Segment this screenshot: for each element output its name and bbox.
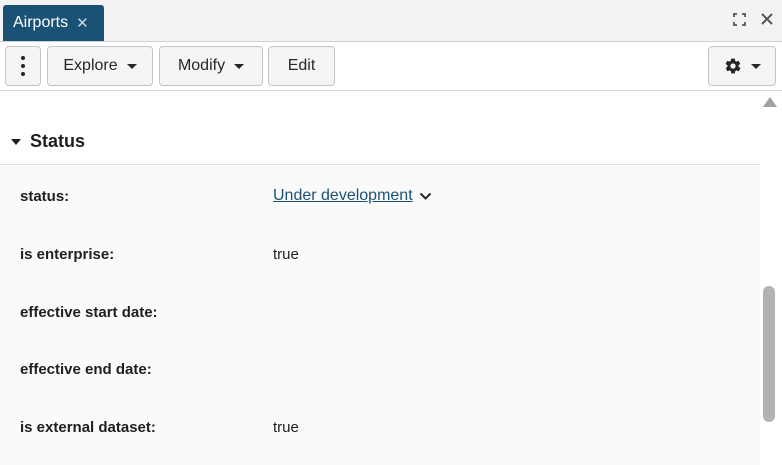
property-row-effective-start-date: effective start date: bbox=[0, 297, 760, 327]
edit-label: Edit bbox=[287, 57, 316, 74]
property-value: true bbox=[273, 245, 299, 263]
modify-label: Modify bbox=[177, 57, 226, 74]
caret-down-icon bbox=[234, 63, 245, 69]
caret-down-icon bbox=[126, 63, 137, 69]
property-label: status: bbox=[20, 187, 70, 205]
status-properties: status: Under development is enterprise:… bbox=[0, 166, 760, 465]
property-row-effective-end-date: effective end date: bbox=[0, 354, 760, 384]
window-close-icon[interactable] bbox=[760, 12, 774, 26]
tab-close-icon[interactable]: ✕ bbox=[76, 14, 89, 32]
property-value: true bbox=[273, 418, 299, 436]
property-label: is enterprise: bbox=[20, 245, 115, 263]
gear-icon bbox=[724, 57, 742, 75]
collapse-triangle-icon[interactable] bbox=[11, 138, 21, 145]
scroll-thumb[interactable] bbox=[763, 286, 775, 422]
tab-bar: Airports ✕ bbox=[0, 0, 782, 42]
chevron-down-icon[interactable] bbox=[419, 192, 432, 201]
property-row-is-enterprise: is enterprise: true bbox=[0, 239, 760, 269]
tab-airports[interactable]: Airports ✕ bbox=[3, 5, 104, 41]
property-row-is-external-dataset: is external dataset: true bbox=[0, 412, 760, 442]
explore-label: Explore bbox=[63, 57, 118, 74]
scroll-up-arrow-icon[interactable] bbox=[763, 97, 777, 107]
window-controls bbox=[733, 12, 774, 26]
section-title: Status bbox=[30, 131, 86, 151]
property-label: is external dataset: bbox=[20, 418, 156, 436]
tab-title: Airports bbox=[13, 14, 69, 31]
more-actions-button[interactable] bbox=[5, 46, 41, 86]
explore-button[interactable]: Explore bbox=[47, 46, 153, 86]
caret-down-icon bbox=[750, 63, 761, 69]
property-label: effective start date: bbox=[20, 303, 158, 321]
modify-button[interactable]: Modify bbox=[159, 46, 263, 86]
content-pane: Status status: Under development is ente… bbox=[0, 91, 760, 465]
edit-button[interactable]: Edit bbox=[268, 46, 335, 86]
expand-icon[interactable] bbox=[733, 12, 746, 26]
toolbar: Explore Modify Edit bbox=[0, 42, 782, 91]
airports-window: Airports ✕ Explore Modify Edit Status st… bbox=[0, 0, 782, 465]
section-header-status[interactable]: Status bbox=[0, 119, 760, 165]
vertical-scrollbar[interactable] bbox=[760, 91, 782, 465]
vertical-dots-icon bbox=[21, 56, 25, 76]
settings-button[interactable] bbox=[708, 46, 776, 86]
property-value: Under development bbox=[273, 187, 432, 205]
property-label: effective end date: bbox=[20, 360, 152, 378]
property-row-status: status: Under development bbox=[0, 181, 760, 211]
status-link[interactable]: Under development bbox=[273, 187, 413, 205]
